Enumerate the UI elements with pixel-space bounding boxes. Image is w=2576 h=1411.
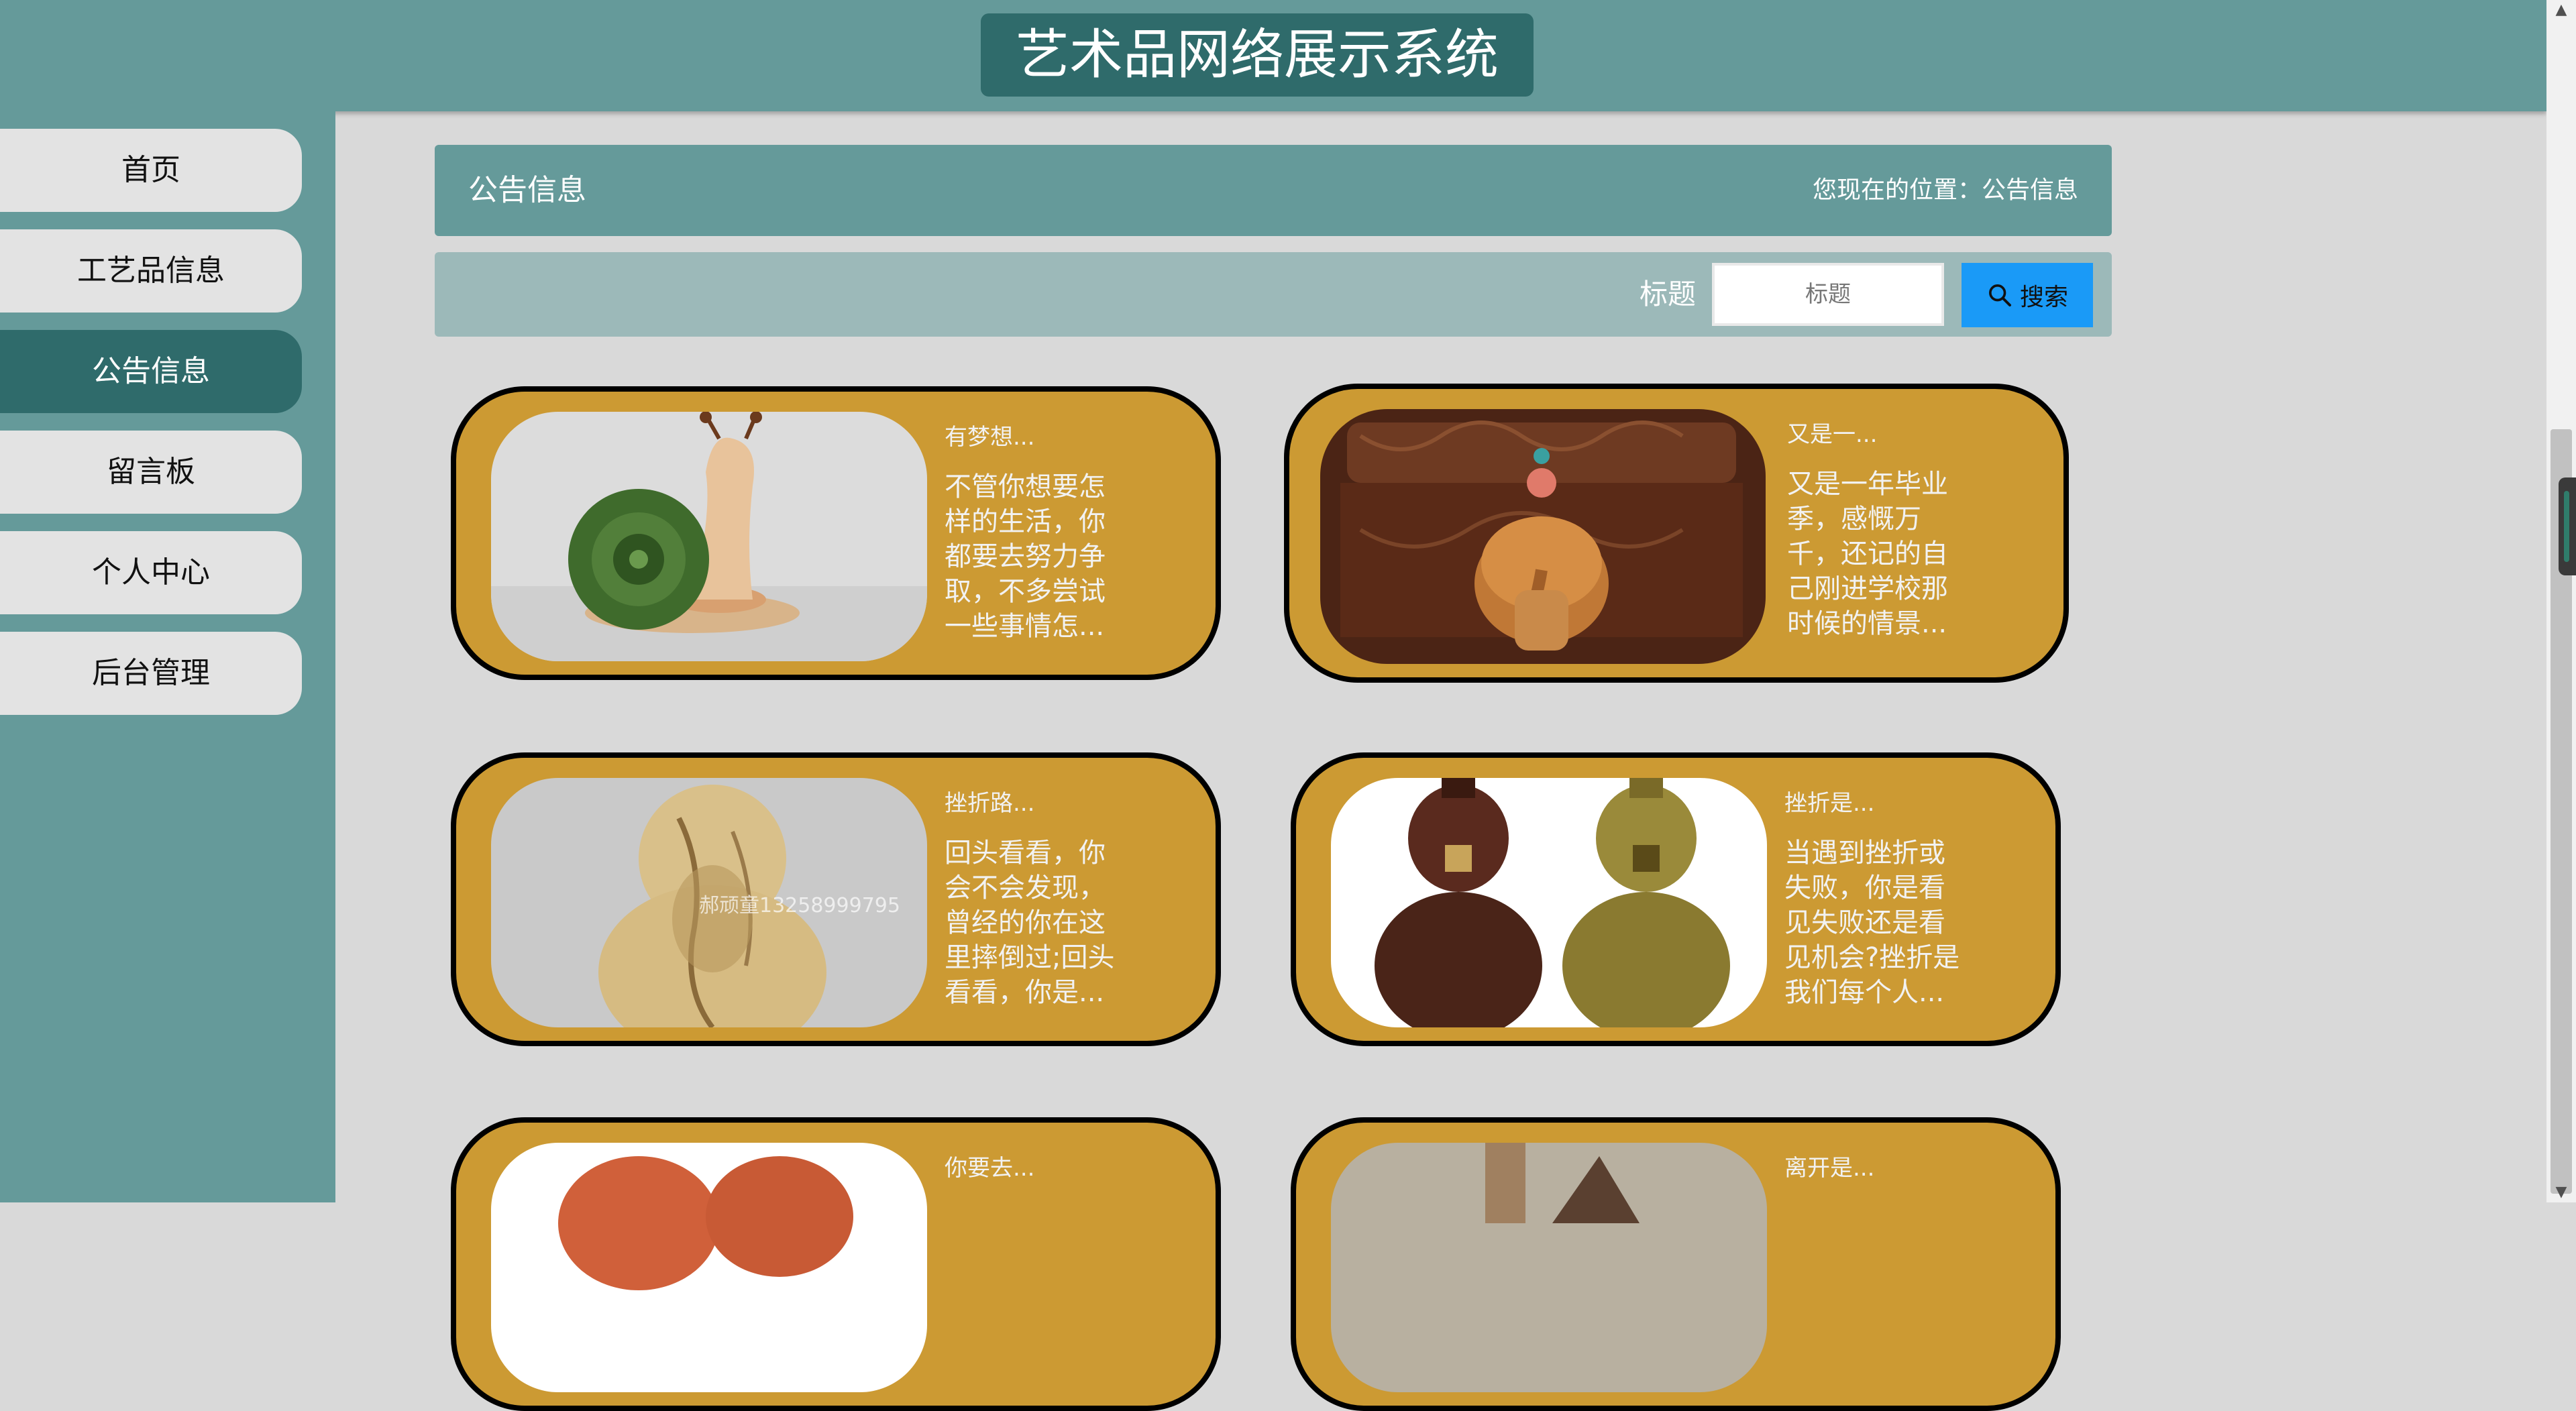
announcement-card[interactable]: 你要去... (451, 1117, 1221, 1411)
card-title: 有梦想... (945, 424, 1035, 451)
top-header: 艺术品网络展示系统 (0, 0, 2546, 111)
search-button[interactable]: 搜索 (1962, 263, 2093, 327)
card-summary: 当遇到挫折或失败，你是看见失败还是看见机会?挫折是我们每个人... (1784, 838, 1960, 1008)
card-summary: 又是一年毕业季，感慨万千，还记的自己刚进学校那时候的情景... (1787, 469, 1948, 639)
announcement-card[interactable]: 离开是... (1291, 1117, 2061, 1411)
search-icon (1988, 284, 2011, 306)
card-title: 又是一... (1787, 421, 1878, 448)
card-title: 挫折是... (1784, 790, 1875, 817)
sidebar-item-message-board[interactable]: 留言板 (0, 431, 302, 514)
side-widget-tab[interactable] (2559, 477, 2576, 575)
sidebar-item-announcements[interactable]: 公告信息 (0, 330, 302, 413)
page-scrollbar[interactable]: ▲ ▼ (2546, 0, 2576, 1202)
gourd-painting-image: 郝顽童13258999795 (491, 778, 927, 1027)
card-title: 你要去... (945, 1155, 1035, 1182)
scroll-up-arrow-icon[interactable]: ▲ (2546, 0, 2576, 20)
announcement-card[interactable]: 挫折是... 当遇到挫折或失败，你是看见失败还是看见机会?挫折是我们每个人... (1291, 752, 2061, 1046)
breadcrumb: 公告信息 您现在的位置：公告信息 (435, 145, 2112, 236)
sidebar: 首页 工艺品信息 公告信息 留言板 个人中心 后台管理 (0, 111, 335, 1202)
card-summary: 不管你想要怎样的生活，你都要去努力争取，不多尝试一些事情怎... (945, 471, 1106, 642)
sidebar-item-home[interactable]: 首页 (0, 129, 302, 212)
sidebar-item-admin[interactable]: 后台管理 (0, 632, 302, 715)
twin-gourd-vases-image (1331, 778, 1767, 1027)
sidebar-item-crafts[interactable]: 工艺品信息 (0, 229, 302, 313)
search-bar: 标题 搜索 (435, 252, 2112, 337)
announcement-card[interactable]: 又是一... 又是一年毕业季，感慨万千，还记的自己刚进学校那时候的情景... (1284, 384, 2069, 683)
search-button-label: 搜索 (2019, 284, 2068, 311)
card-summary: 回头看看，你会不会发现，曾经的你在这里摔倒过;回头看看，你是... (945, 838, 1115, 1008)
card-title: 离开是... (1784, 1155, 1875, 1182)
announcement-card[interactable]: 郝顽童13258999795 挫折路... 回头看看，你会不会发现，曾经的你在这… (451, 752, 1221, 1046)
search-label: 标题 (1640, 278, 1697, 311)
red-carving-image (491, 1143, 927, 1392)
sidebar-item-personal-center[interactable]: 个人中心 (0, 531, 302, 614)
image-watermark: 郝顽童13258999795 (699, 894, 900, 917)
announcement-card[interactable]: 有梦想... 不管你想要怎样的生活，你都要去努力争取，不多尝试一些事情怎... (451, 386, 1221, 680)
scroll-down-arrow-icon[interactable]: ▼ (2546, 1182, 2576, 1202)
search-input[interactable] (1712, 263, 1944, 326)
site-title: 艺术品网络展示系统 (981, 13, 1534, 97)
breadcrumb-location: 您现在的位置：公告信息 (1812, 176, 2078, 204)
wooden-craft-image (1331, 1143, 1767, 1392)
elephant-carving-image (1320, 409, 1766, 664)
page-title: 公告信息 (468, 173, 586, 207)
snail-figurine-image (491, 412, 927, 661)
card-title: 挫折路... (945, 790, 1035, 817)
